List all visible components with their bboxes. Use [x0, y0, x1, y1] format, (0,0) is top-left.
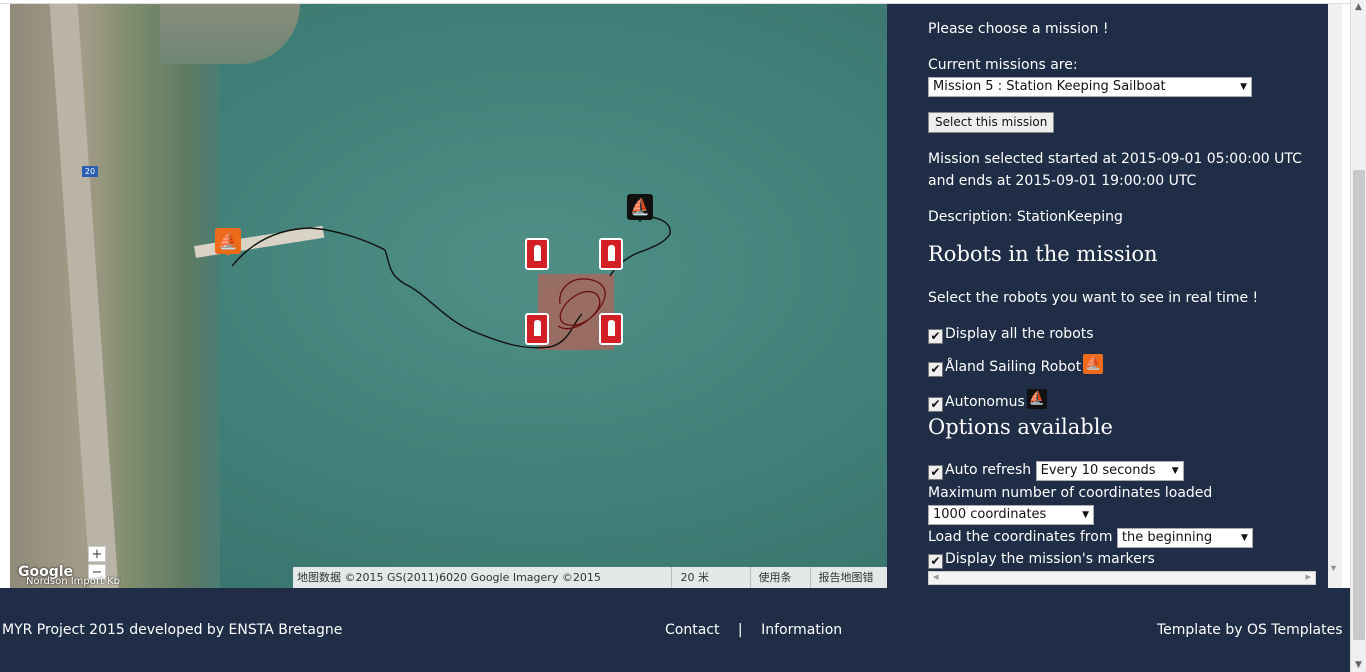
display-markers-label: Display the mission's markers [945, 551, 1155, 567]
page: 20 ⛵ ⛵ + − Google Nordson Import Kb 地图数据… [0, 0, 1366, 672]
scroll-down-icon[interactable]: ▼ [1355, 660, 1362, 670]
zoom-in-button[interactable]: + [88, 546, 106, 562]
information-link[interactable]: Information [761, 622, 842, 638]
panel-vertical-scrollbar[interactable] [1328, 4, 1342, 588]
mission-description: Description: StationKeeping [928, 209, 1123, 225]
contact-link[interactable]: Contact [665, 622, 719, 638]
display-all-checkbox[interactable]: ✔ [928, 329, 943, 344]
autonomus-checkbox[interactable]: ✔ [928, 397, 943, 412]
mission-select-value: Mission 5 : Station Keeping Sailboat [933, 79, 1166, 94]
aland-robot-boat-icon[interactable]: ⛵ [215, 228, 241, 256]
panel-horizontal-scrollbar[interactable] [928, 570, 1316, 585]
buoy-marker[interactable] [525, 313, 549, 345]
select-mission-button[interactable]: Select this mission [928, 112, 1055, 133]
robot-row-aland: ✔ Åland Sailing Robot ⛵ [928, 354, 1104, 378]
autonomus-boat-icon[interactable]: ⛵ [627, 194, 653, 222]
robots-prompt: Select the robots you want to see in rea… [928, 290, 1259, 306]
robots-heading: Robots in the mission [928, 242, 1158, 266]
auto-refresh-label: Auto refresh [945, 462, 1032, 478]
aland-robot-label: Åland Sailing Robot [945, 359, 1082, 375]
robot-row-autonomus: ✔ Autonomus ⛵ [928, 389, 1047, 413]
sailboat-icon: ⛵ [218, 231, 238, 250]
display-markers-checkbox[interactable]: ✔ [928, 554, 943, 569]
options-heading: Options available [928, 415, 1113, 439]
aland-robot-checkbox[interactable]: ✔ [928, 362, 943, 377]
aland-robot-icon: ⛵ [1083, 354, 1104, 374]
load-from-row: Load the coordinates from the beginning [928, 526, 1253, 548]
logo-caption: Nordson Import Kb [26, 576, 120, 587]
mission-select[interactable]: Mission 5 : Station Keeping Sailboat [928, 77, 1252, 97]
auto-refresh-checkbox[interactable]: ✔ [928, 465, 943, 480]
choose-mission-prompt: Please choose a mission ! [928, 21, 1109, 37]
footer-links: Contact | Information [665, 622, 842, 638]
footer: MYR Project 2015 developed by ENSTA Bret… [0, 588, 1350, 672]
load-from-value: the beginning [1121, 530, 1213, 545]
footer-credit: MYR Project 2015 developed by ENSTA Bret… [2, 622, 343, 638]
auto-refresh-value: Every 10 seconds [1040, 463, 1156, 478]
template-credit[interactable]: Template by OS Templates [1157, 622, 1343, 638]
report-error-link[interactable]: 报告地图错误 [809, 567, 883, 588]
buoy-marker[interactable] [599, 238, 623, 270]
map[interactable]: 20 ⛵ ⛵ + − Google Nordson Import Kb 地图数据… [10, 4, 887, 588]
mission-end-text: and ends at 2015-09-01 19:00:00 UTC [928, 173, 1197, 189]
scrollbar-thumb[interactable] [1353, 170, 1365, 640]
robot-tracks [231, 215, 671, 349]
scale-indicator: 20 米 [671, 567, 741, 588]
display-all-robots-row: ✔ Display all the robots [928, 323, 1094, 345]
load-from-label: Load the coordinates from [928, 529, 1113, 545]
auto-refresh-row: ✔ Auto refresh Every 10 seconds [928, 459, 1184, 481]
page-scrollbar[interactable]: ▲ ▼ [1350, 0, 1366, 672]
display-markers-row: ✔ Display the mission's markers [928, 548, 1155, 570]
autonomus-label: Autonomus [945, 394, 1025, 410]
current-missions-label: Current missions are: [928, 57, 1078, 73]
buoy-marker[interactable] [525, 238, 549, 270]
terms-link[interactable]: 使用条款 [749, 567, 802, 588]
buoy-marker[interactable] [599, 313, 623, 345]
max-coordinates-value: 1000 coordinates [933, 507, 1047, 522]
max-coordinates-select[interactable]: 1000 coordinates [928, 505, 1094, 525]
display-all-label: Display all the robots [945, 326, 1094, 342]
mission-panel: Please choose a mission ! Current missio… [887, 4, 1328, 588]
scroll-up-icon[interactable]: ▲ [1355, 2, 1362, 12]
footer-separator: | [737, 622, 743, 638]
map-attribution-bar: 地图数据 ©2015 GS(2011)6020 Google Imagery ©… [293, 567, 887, 588]
sailboat-icon: ⛵ [630, 197, 650, 216]
load-from-select[interactable]: the beginning [1116, 528, 1253, 548]
mission-start-text: Mission selected started at 2015-09-01 0… [928, 151, 1302, 167]
max-coordinates-label: Maximum number of coordinates loaded [928, 485, 1213, 501]
autonomus-icon: ⛵ [1026, 389, 1047, 409]
auto-refresh-select[interactable]: Every 10 seconds [1035, 461, 1184, 481]
attribution-text: 地图数据 ©2015 GS(2011)6020 Google Imagery ©… [297, 571, 601, 584]
